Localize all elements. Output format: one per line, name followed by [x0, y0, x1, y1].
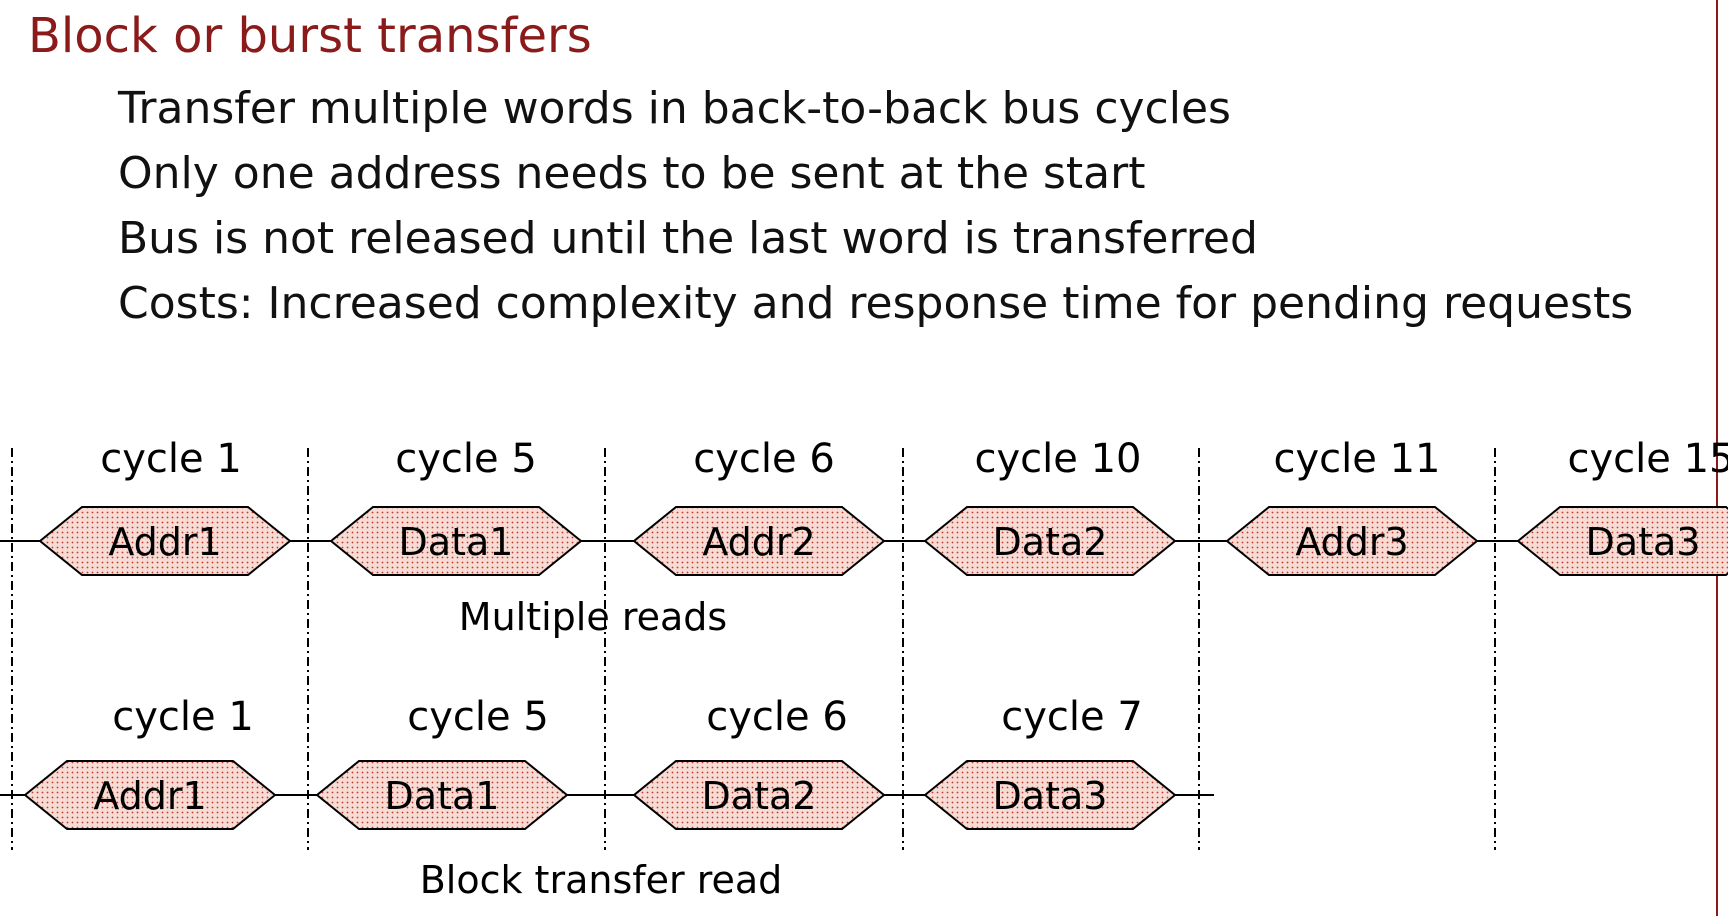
block-transfer-caption: Block transfer read — [420, 858, 783, 902]
bus-timing-diagram: cycle 1 cycle 5 cycle 6 cycle 10 cycle 11 cyc… — [0, 436, 1728, 902]
bus-phase-label: Data3 — [993, 774, 1108, 818]
bus-phase-label: Data2 — [993, 520, 1108, 564]
bus-phase-label: Data2 — [702, 774, 817, 818]
cycle-label: cycle 1 — [112, 694, 254, 740]
cycle-label: cycle 5 — [395, 436, 537, 482]
cycle-label: cycle 11 — [1274, 436, 1441, 482]
cycle-label: cycle 15 — [1568, 436, 1728, 482]
bus-phase-label: Data1 — [385, 774, 500, 818]
cycle-label: cycle 6 — [693, 436, 835, 482]
bus-phase-label: Addr3 — [1295, 520, 1408, 564]
multiple-reads-caption: Multiple reads — [459, 595, 727, 639]
cycle-label: cycle 5 — [407, 694, 549, 740]
multiple-reads-timeline: cycle 1 cycle 5 cycle 6 cycle 10 cycle 11 cyc… — [0, 436, 1728, 576]
block-transfer-timeline: cycle 1 cycle 5 cycle 6 cycle 7 Addr1 Data1 Da… — [0, 694, 1214, 830]
bus-phase-label: Addr2 — [702, 520, 815, 564]
bus-phase-label: Data3 — [1586, 520, 1701, 564]
bus-phase-label: Addr1 — [108, 520, 221, 564]
cycle-label: cycle 10 — [975, 436, 1142, 482]
bus-phase-label: Data1 — [399, 520, 514, 564]
cycle-label: cycle 7 — [1001, 694, 1143, 740]
cycle-label: cycle 6 — [706, 694, 848, 740]
bus-phase-label: Addr1 — [93, 774, 206, 818]
cycle-label: cycle 1 — [100, 436, 242, 482]
